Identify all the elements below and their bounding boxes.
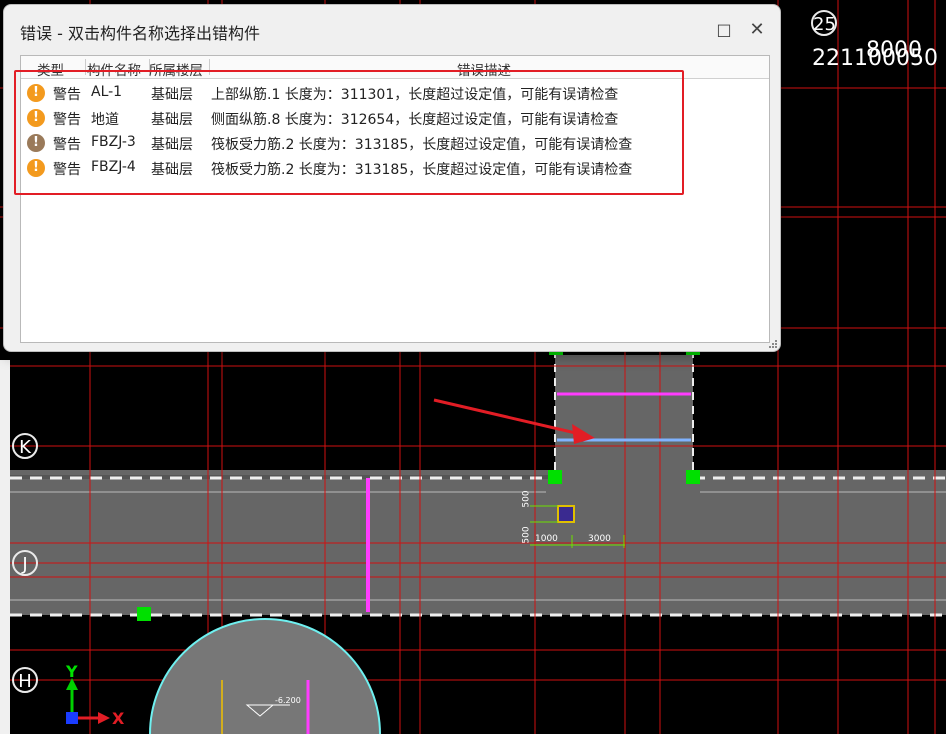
maximize-icon[interactable]: □	[709, 15, 739, 45]
road-vertical	[555, 355, 693, 475]
dialog-title: 错误 - 双击构件名称选择出错构件	[20, 24, 260, 43]
elevation-label: -6.200	[275, 696, 301, 705]
axis-bubble-h: H	[12, 667, 38, 693]
dimension-overlap: 221100050	[812, 46, 938, 71]
error-highlight-box	[14, 70, 684, 195]
dim-1000: 1000	[535, 534, 558, 544]
axis-bubble-j: J	[12, 550, 38, 576]
dim-3000: 3000	[588, 534, 611, 544]
resize-grip-icon[interactable]	[768, 339, 778, 349]
close-icon[interactable]: ✕	[742, 15, 772, 45]
ucs-x-label: X	[112, 709, 125, 728]
dim-500-a: 500	[521, 490, 532, 508]
axis-bubble-k: K	[12, 433, 38, 459]
axis-bubble-25: 25	[811, 10, 837, 36]
dim-500-b: 500	[521, 526, 532, 544]
ucs-y-label: Y	[66, 662, 78, 681]
